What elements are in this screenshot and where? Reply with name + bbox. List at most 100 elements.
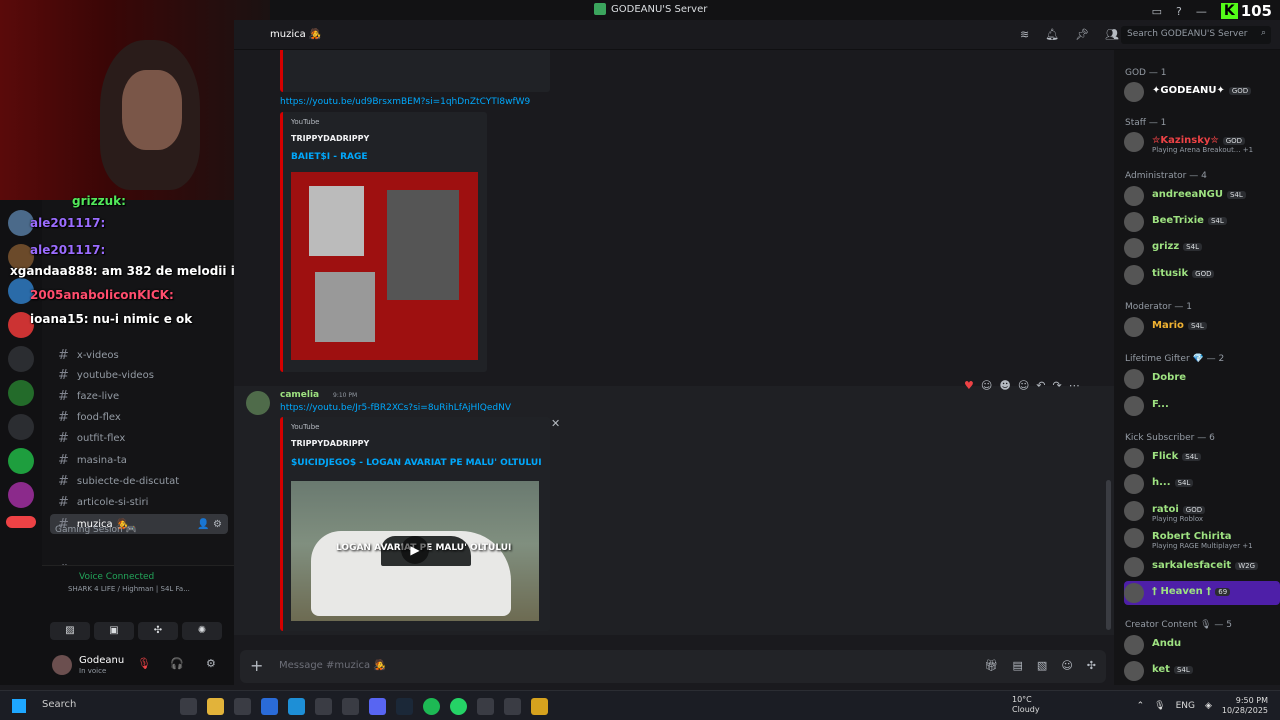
reply-icon[interactable]: ↶ (1036, 379, 1045, 392)
member-item[interactable]: Dobre (1124, 367, 1280, 391)
emoji-icon[interactable]: ☺ (1061, 659, 1072, 672)
avatar[interactable] (1124, 132, 1144, 152)
threads-icon[interactable]: ≋ (1020, 28, 1029, 41)
category-gaming[interactable]: Gaming Sesion 🎮 (55, 525, 137, 535)
channel-item[interactable]: # x-videos (50, 345, 228, 365)
avatar[interactable] (1124, 317, 1144, 337)
clock[interactable]: 9:50 PM 10/28/2025 (1222, 696, 1268, 716)
channel-item[interactable]: # masina-ta (50, 450, 228, 470)
member-item[interactable]: titusik GOD (1124, 263, 1280, 287)
apps-icon[interactable]: ✣ (1087, 659, 1096, 672)
member-item[interactable]: ✦GODEANU✦ GOD (1124, 80, 1280, 104)
language-indicator[interactable]: ENG (1176, 701, 1195, 711)
avatar[interactable] (1124, 396, 1144, 416)
app-icon-edge[interactable] (288, 698, 305, 715)
channel-item[interactable]: # outfit-flex (50, 428, 228, 448)
app-icon-store[interactable] (234, 698, 251, 715)
avatar[interactable] (1124, 661, 1144, 681)
member-item[interactable]: BeeTrixie S4L (1124, 210, 1280, 234)
taskbar-search[interactable]: Search (42, 699, 76, 710)
server-icon-7[interactable] (8, 414, 34, 440)
video-thumbnail[interactable] (291, 172, 478, 360)
avatar[interactable] (1124, 369, 1144, 389)
gif-icon[interactable]: ▤ (1013, 659, 1023, 672)
member-item[interactable]: Mario S4L (1124, 315, 1280, 339)
weather-widget[interactable]: 10°C Cloudy (1012, 695, 1040, 715)
server-icon-8[interactable] (8, 448, 34, 474)
member-item[interactable]: Flick S4L (1124, 446, 1280, 470)
mic-icon[interactable]: 🎙︎ (1154, 701, 1165, 711)
embed-title[interactable]: $UICIDJEGO$ - LOGAN AVARIAT PE MALU' OLT… (291, 458, 542, 468)
emoji-reaction-icon[interactable]: ☺ (981, 379, 992, 392)
member-item[interactable]: F... (1124, 394, 1280, 418)
soundboard-button[interactable]: ✺ (182, 622, 222, 640)
app-icon-calc[interactable] (342, 698, 359, 715)
screen-share-button[interactable]: ▣ (94, 622, 134, 640)
forward-icon[interactable]: ↷ (1053, 379, 1062, 392)
server-icon-5[interactable] (8, 346, 34, 372)
sticker-icon[interactable]: ▧ (1037, 659, 1047, 672)
settings-gear-icon[interactable]: ⚙ (206, 657, 216, 670)
channel-settings-icon[interactable]: 👤 ⚙ (197, 519, 222, 530)
sticker-reaction-icon[interactable]: ☻ (999, 379, 1010, 392)
app-icon-capture[interactable] (504, 698, 521, 715)
minimize-icon[interactable]: — (1196, 5, 1207, 18)
channel-item[interactable]: # articole-si-stiri (50, 492, 228, 512)
message-author[interactable]: camelia (280, 390, 319, 400)
camera-off-button[interactable]: ▨ (50, 622, 90, 640)
pin-icon[interactable]: 📌︎ (1075, 28, 1089, 41)
mute-icon[interactable]: 🎙 (137, 657, 151, 670)
inbox-icon[interactable]: ▭ (1152, 5, 1162, 18)
member-item[interactable]: ratoi GOD Playing Roblox (1124, 499, 1280, 523)
app-icon-discord[interactable] (369, 698, 386, 715)
avatar[interactable] (1124, 212, 1144, 232)
app-icon-explorer[interactable] (207, 698, 224, 715)
deafen-icon[interactable]: 🎧 (170, 657, 184, 670)
app-icon-mail[interactable] (261, 698, 278, 715)
avatar[interactable] (1124, 557, 1144, 577)
avatar[interactable] (1124, 474, 1144, 494)
embed-title[interactable]: BAIET$I - RAGE (291, 152, 368, 162)
avatar[interactable] (1124, 238, 1144, 258)
message-link-2[interactable]: https://youtu.be/Jr5-fBR2XCs?si=8uRihLfA… (280, 403, 511, 413)
avatar[interactable] (1124, 265, 1144, 285)
network-icon[interactable]: ◈ (1205, 701, 1212, 711)
play-icon[interactable]: ▶ (401, 536, 429, 564)
app-icon-files[interactable] (180, 698, 197, 715)
new-server-badge[interactable] (6, 516, 36, 528)
activities-button[interactable]: ✣ (138, 622, 178, 640)
member-item[interactable]: h... S4L (1124, 472, 1280, 496)
server-icon-9[interactable] (8, 482, 34, 508)
voice-status[interactable]: Voice Connected (79, 572, 154, 582)
embed-author[interactable]: TRIPPYDADRIPPY (291, 134, 369, 143)
avatar[interactable] (1124, 186, 1144, 206)
channel-item[interactable]: # subiecte-de-discutat (50, 471, 228, 491)
attach-plus-icon[interactable]: + (250, 656, 263, 675)
channel-item[interactable]: # youtube-videos (50, 365, 228, 385)
member-item[interactable]: grizz S4L (1124, 236, 1280, 260)
avatar[interactable] (52, 655, 72, 675)
search-input[interactable]: Search GODEANU'S Server ⌕ (1121, 26, 1271, 44)
windows-start-icon[interactable] (12, 699, 26, 713)
avatar[interactable] (1124, 82, 1144, 102)
channel-item[interactable]: # food-flex (50, 407, 228, 427)
more-icon[interactable]: ⋯ (1069, 379, 1080, 392)
channel-item[interactable]: # faze-live (50, 386, 228, 406)
bell-icon[interactable]: 🔔︎ (1045, 28, 1059, 41)
app-icon-spotify[interactable] (423, 698, 440, 715)
avatar[interactable] (246, 391, 270, 415)
heart-reaction-icon[interactable]: ♥ (964, 379, 974, 392)
avatar[interactable] (1124, 583, 1144, 603)
close-icon[interactable]: ✕ (551, 417, 560, 430)
avatar[interactable] (1124, 501, 1144, 521)
server-icon-6[interactable] (8, 380, 34, 406)
member-item[interactable]: ket S4L (1124, 659, 1280, 683)
app-icon-rage[interactable] (531, 698, 548, 715)
message-composer[interactable]: + Message #muzica 🧑‍🎤 🎁︎ ▤ ▧ ☺ ✣ (240, 650, 1106, 683)
scrollbar[interactable] (1106, 480, 1111, 630)
add-reaction-icon[interactable]: ☺ (1018, 379, 1029, 392)
member-item[interactable]: sarkalesfaceit W2G (1124, 555, 1280, 579)
members-icon[interactable]: 👥︎ (1105, 28, 1119, 41)
app-icon-obs[interactable] (315, 698, 332, 715)
avatar[interactable] (1124, 528, 1144, 548)
